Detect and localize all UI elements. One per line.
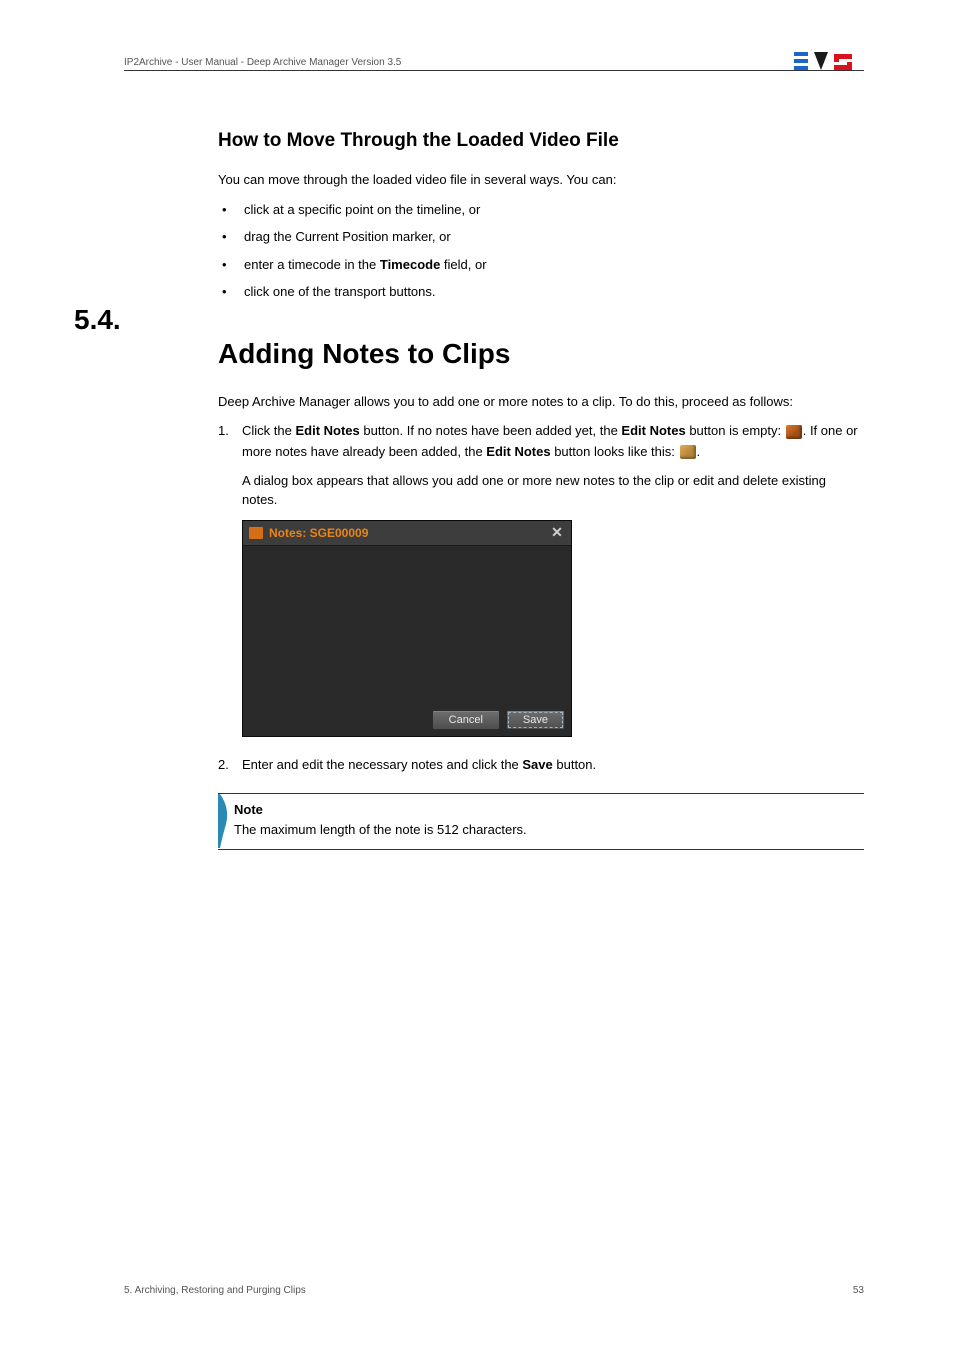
bullet-text: enter a timecode in the Timecode field, … xyxy=(244,255,487,275)
bullet-icon: • xyxy=(222,255,244,275)
note-label: Note xyxy=(234,800,527,820)
note-callout: Note The maximum length of the note is 5… xyxy=(218,793,864,850)
edit-notes-full-icon xyxy=(680,445,696,459)
evs-logo xyxy=(794,48,864,79)
section-title-adding-notes: Adding Notes to Clips xyxy=(218,338,864,370)
save-button[interactable]: Save xyxy=(506,710,565,730)
section-heading-move: How to Move Through the Loaded Video Fil… xyxy=(218,130,864,152)
close-icon[interactable]: ✕ xyxy=(549,525,565,541)
section-number: 5.4. xyxy=(74,304,194,336)
footer-page: 53 xyxy=(853,1285,864,1296)
step-number: 1. xyxy=(218,421,242,463)
cancel-button[interactable]: Cancel xyxy=(432,710,500,730)
doc-header: IP2Archive - User Manual - Deep Archive … xyxy=(124,57,401,68)
note-text: The maximum length of the note is 512 ch… xyxy=(234,820,527,840)
dialog-description: A dialog box appears that allows you add… xyxy=(242,471,864,510)
step-text: Click the Edit Notes button. If no notes… xyxy=(242,421,864,463)
move-intro: You can move through the loaded video fi… xyxy=(218,170,864,190)
edit-notes-empty-icon xyxy=(786,425,802,439)
footer-left: 5. Archiving, Restoring and Purging Clip… xyxy=(124,1285,306,1296)
bullet-icon: • xyxy=(222,282,244,302)
step-number: 2. xyxy=(218,755,242,776)
step-text: Enter and edit the necessary notes and c… xyxy=(242,755,596,776)
adding-notes-intro: Deep Archive Manager allows you to add o… xyxy=(218,392,864,412)
notes-dialog: Notes: SGE00009 ✕ Cancel Save xyxy=(242,520,572,737)
dialog-title: Notes: SGE00009 xyxy=(269,526,368,540)
bullet-icon: • xyxy=(222,200,244,220)
bullet-text: drag the Current Position marker, or xyxy=(244,227,451,247)
bullet-text: click at a specific point on the timelin… xyxy=(244,200,480,220)
bullet-icon: • xyxy=(222,227,244,247)
dialog-titlebar: Notes: SGE00009 ✕ xyxy=(243,521,571,546)
dialog-textarea[interactable] xyxy=(243,546,571,704)
dialog-title-icon xyxy=(249,527,263,539)
bullet-text: click one of the transport buttons. xyxy=(244,282,436,302)
